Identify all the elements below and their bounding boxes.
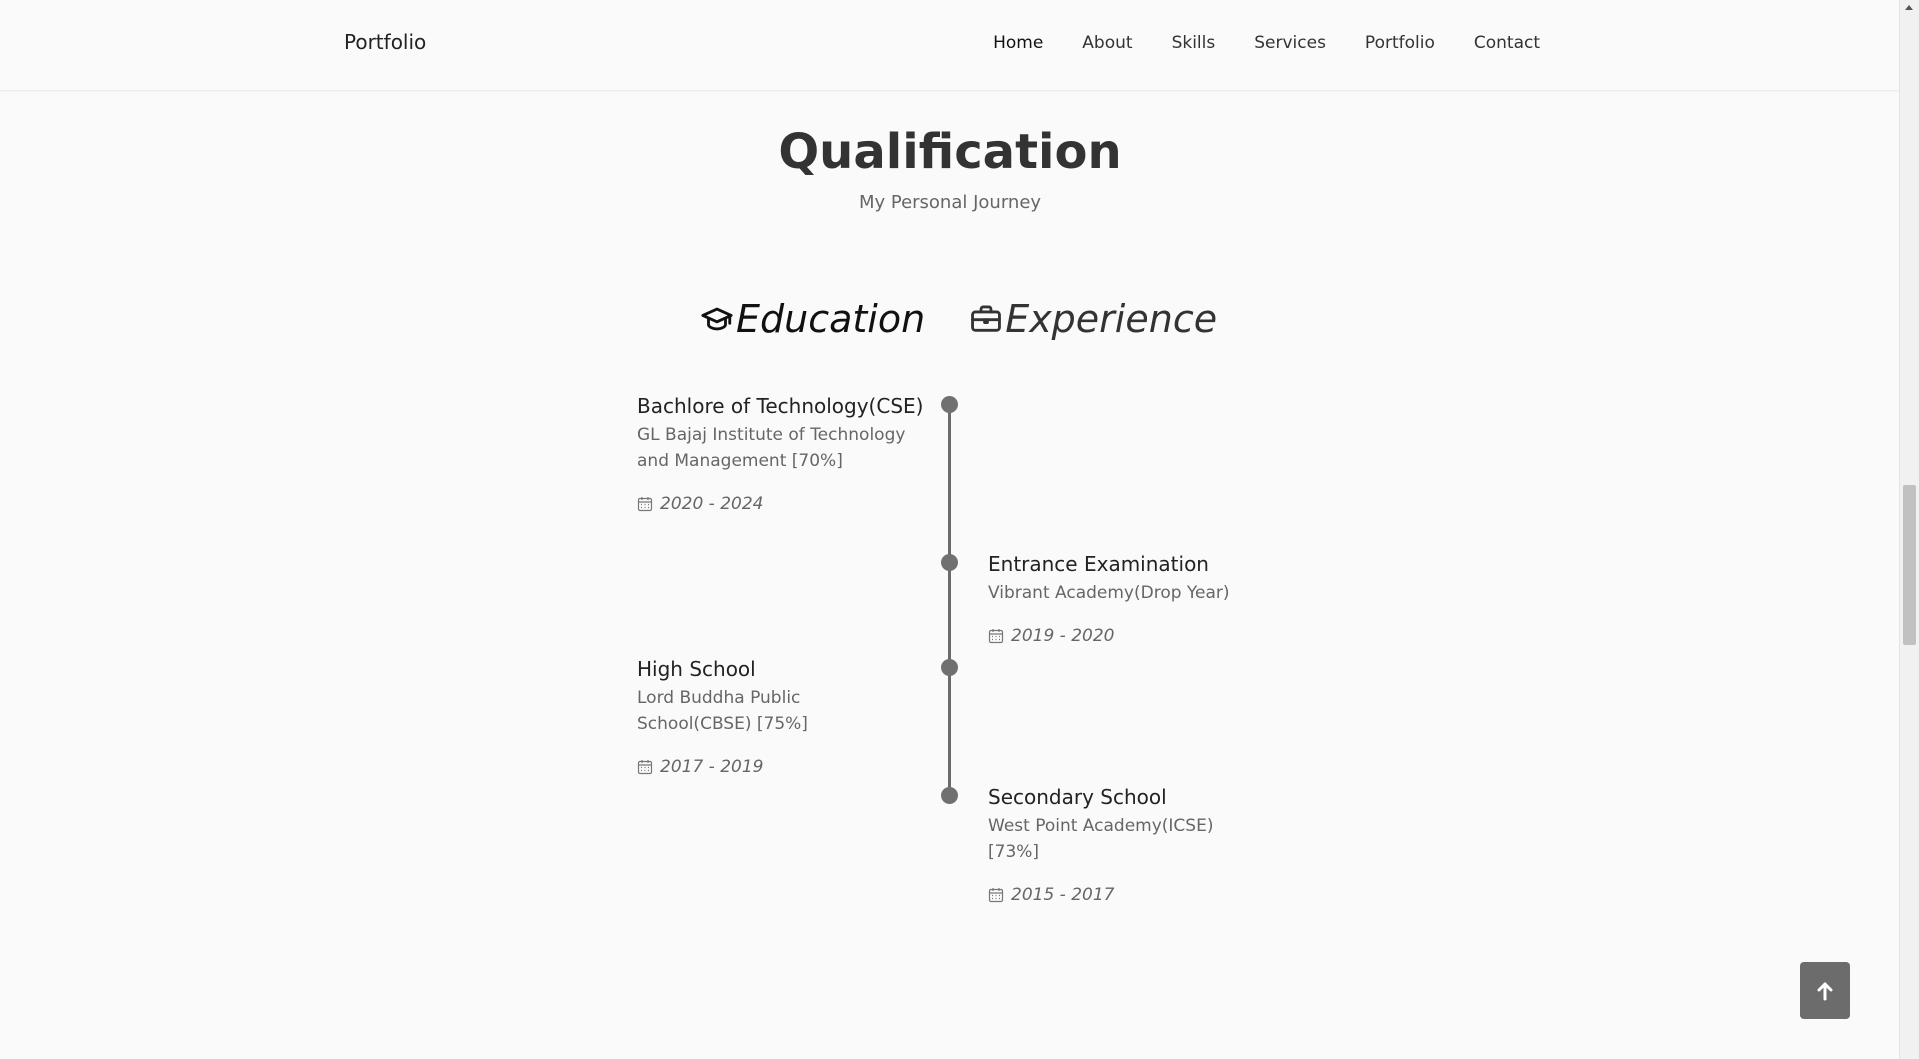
- section-title: Qualification: [778, 124, 1122, 180]
- item-subtitle: GL Bajaj Institute of Technology and Man…: [637, 425, 906, 471]
- main-nav: Home About Skills Services Portfolio Con…: [993, 33, 1540, 53]
- item-date-text: 2019 - 2020: [1011, 626, 1115, 646]
- arrow-up-icon: [1817, 982, 1833, 1000]
- scroll-up-button[interactable]: [1800, 962, 1850, 1019]
- tab-education[interactable]: Education: [700, 297, 925, 341]
- item-date: 2017 - 2019: [637, 757, 897, 777]
- item-title: Entrance Examination: [988, 552, 1209, 576]
- logo-link[interactable]: Portfolio: [344, 30, 426, 54]
- item-subtitle: West Point Academy(ICSE) [73%]: [988, 816, 1214, 862]
- item-date-text: 2017 - 2019: [660, 757, 764, 777]
- item-title: Bachlore of Technology(CSE): [637, 394, 924, 418]
- item-date-text: 2015 - 2017: [1011, 885, 1115, 905]
- timeline-dot: [941, 659, 958, 676]
- item-title: High School: [637, 657, 756, 681]
- nav-portfolio[interactable]: Portfolio: [1365, 33, 1435, 53]
- item-date: 2015 - 2017: [988, 885, 1258, 905]
- tab-experience[interactable]: Experience: [969, 297, 1217, 341]
- calendar-icon: [637, 497, 653, 512]
- nav-home[interactable]: Home: [993, 33, 1043, 53]
- timeline-dot: [941, 554, 958, 571]
- item-subtitle: Vibrant Academy(Drop Year): [988, 583, 1230, 603]
- item-subtitle: Lord Buddha Public School(CBSE) [75%]: [637, 688, 808, 734]
- item-title: Secondary School: [988, 785, 1167, 809]
- timeline-dot: [941, 787, 958, 804]
- briefcase-icon: [971, 305, 1002, 332]
- timeline-dot: [941, 396, 958, 413]
- timeline-item: High School Lord Buddha Public School(CB…: [637, 654, 897, 777]
- item-date: 2019 - 2020: [988, 626, 1278, 646]
- nav-skills[interactable]: Skills: [1172, 33, 1216, 53]
- calendar-icon: [988, 629, 1004, 644]
- timeline-line: [948, 404, 951, 796]
- page-scrollbar[interactable]: [1899, 0, 1919, 1059]
- item-date-text: 2020 - 2024: [660, 494, 764, 514]
- page: Portfolio Home About Skills Services Por…: [0, 0, 1919, 1059]
- section-subtitle: My Personal Journey: [858, 192, 1042, 213]
- timeline-item: Entrance Examination Vibrant Academy(Dro…: [988, 549, 1278, 646]
- nav-services[interactable]: Services: [1254, 33, 1326, 53]
- scroll-arrow-up-icon[interactable]: [1905, 5, 1913, 10]
- item-date: 2020 - 2024: [637, 494, 927, 514]
- tab-education-label: Education: [736, 297, 926, 341]
- site-header: Portfolio Home About Skills Services Por…: [0, 0, 1900, 91]
- tab-experience-label: Experience: [1005, 297, 1218, 341]
- scrollbar-thumb[interactable]: [1903, 485, 1916, 645]
- nav-about[interactable]: About: [1082, 33, 1132, 53]
- timeline-item: Bachlore of Technology(CSE) GL Bajaj Ins…: [637, 391, 927, 514]
- timeline-item: Secondary School West Point Academy(ICSE…: [988, 782, 1258, 905]
- graduation-cap-icon: [701, 307, 733, 331]
- nav-contact[interactable]: Contact: [1474, 33, 1540, 53]
- calendar-icon: [988, 888, 1004, 903]
- calendar-icon: [637, 760, 653, 775]
- qualification-tabs: Education Experience: [700, 297, 1217, 341]
